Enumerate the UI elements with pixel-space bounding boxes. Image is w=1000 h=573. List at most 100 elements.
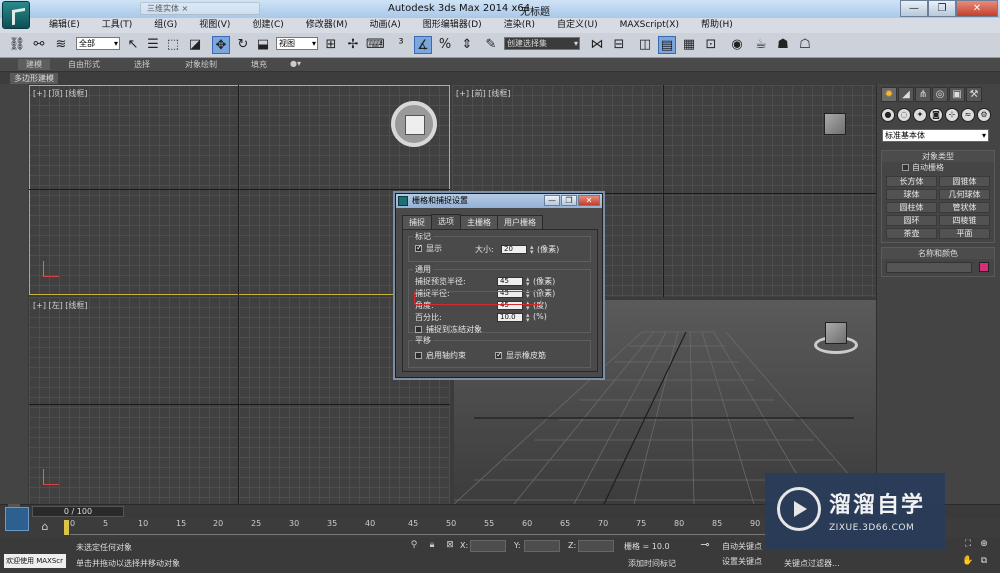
mirror-icon[interactable]: ⋈ <box>588 36 606 54</box>
display-checkbox[interactable]: 显示 <box>415 243 442 254</box>
close-button[interactable]: ✕ <box>956 0 998 17</box>
teapot-button[interactable]: 茶壶 <box>886 228 937 239</box>
set-key-icon[interactable]: ⊸ <box>696 538 714 552</box>
time-slider[interactable]: 0 / 100 <box>32 506 124 517</box>
shapes-icon[interactable]: ◌ <box>897 108 911 122</box>
modify-tab-icon[interactable]: ◢ <box>898 87 914 102</box>
title-quick-tab[interactable]: 三维实体 × <box>140 2 260 15</box>
ribbon-tab-modeling[interactable]: 建模 <box>18 59 50 70</box>
pin-icon[interactable]: ⚲ <box>408 538 420 552</box>
viewport-left-label[interactable]: [+] [左] [线框] <box>33 300 88 311</box>
minimize-button[interactable]: — <box>900 0 928 17</box>
ribbon-options-icon[interactable]: ●▾ <box>290 59 301 68</box>
geosphere-button[interactable]: 几何球体 <box>939 189 990 200</box>
viewcube-icon[interactable] <box>391 101 437 147</box>
polygon-modeling-panel[interactable]: 多边形建模 <box>10 73 58 84</box>
menu-create[interactable]: 创建(C) <box>241 18 294 33</box>
menu-customize[interactable]: 自定义(U) <box>546 18 609 33</box>
ribbon-tab-object-paint[interactable]: 对象绘制 <box>185 59 217 70</box>
helpers-icon[interactable]: ⊹ <box>945 108 959 122</box>
systems-icon[interactable]: ⚙ <box>977 108 991 122</box>
create-tab-icon[interactable]: ✹ <box>881 87 897 102</box>
pan-view-icon[interactable]: ✋ <box>962 555 974 567</box>
menu-help[interactable]: 帮助(H) <box>690 18 744 33</box>
viewport-left[interactable]: [+] [左] [线框] <box>29 297 450 504</box>
y-coordinate-input[interactable] <box>524 540 560 552</box>
auto-key-button[interactable]: 自动关键点 <box>722 541 762 552</box>
menu-view[interactable]: 视图(V) <box>188 18 241 33</box>
pyramid-button[interactable]: 四棱锥 <box>939 215 990 226</box>
keyboard-shortcut-icon[interactable]: ⌨ <box>366 36 385 54</box>
x-coordinate-input[interactable] <box>470 540 506 552</box>
ribbon-tab-selection[interactable]: 选择 <box>134 59 150 70</box>
maxscript-listener[interactable]: 欢迎使用 MAXScr <box>4 554 66 568</box>
autogrid-checkbox[interactable]: 自动栅格 <box>882 162 994 173</box>
object-color-swatch[interactable] <box>978 262 989 272</box>
angle-snap-icon[interactable]: ∡ <box>414 36 432 54</box>
window-crossing-icon[interactable]: ◪ <box>186 36 204 54</box>
schematic-view-icon[interactable]: ⊡ <box>702 36 720 54</box>
torus-button[interactable]: 圆环 <box>886 215 937 226</box>
object-type-title[interactable]: 对象类型 <box>882 151 994 162</box>
reference-coord-dropdown[interactable]: 视图 <box>276 37 318 50</box>
z-coordinate-input[interactable] <box>578 540 614 552</box>
render-production-icon[interactable]: ☖ <box>796 36 814 54</box>
box-button[interactable]: 长方体 <box>886 176 937 187</box>
curve-editor-icon[interactable]: ▦ <box>680 36 698 54</box>
snap-preview-radius-arrows[interactable]: ▴ ▾ <box>526 276 530 288</box>
bind-spacewarp-icon[interactable]: ≋ <box>52 36 70 54</box>
hierarchy-tab-icon[interactable]: ⋔ <box>915 87 931 102</box>
display-tab-icon[interactable]: ▣ <box>949 87 965 102</box>
filter-keys-icon[interactable]: ⌂ <box>36 518 54 536</box>
snap-toggle-icon[interactable]: ³ <box>392 36 410 54</box>
edit-named-selection-icon[interactable]: ✎ <box>482 36 500 54</box>
layer-manager-icon[interactable]: ◫ <box>636 36 654 54</box>
rubber-band-checkbox[interactable]: 显示橡皮筋 <box>495 350 546 361</box>
geometry-icon[interactable]: ● <box>881 108 895 122</box>
cylinder-button[interactable]: 圆柱体 <box>886 202 937 213</box>
viewport-top-label[interactable]: [+] [顶] [线框] <box>33 88 88 99</box>
viewport-top[interactable]: [+] [顶] [线框] <box>29 85 450 295</box>
viewcube-persp-icon[interactable] <box>825 322 847 344</box>
percent-spinner-arrows[interactable]: ▴ ▾ <box>526 312 530 324</box>
zoom-all-icon[interactable]: ⊕ <box>978 538 990 550</box>
rotate-icon[interactable]: ↻ <box>234 36 252 54</box>
zoom-extents-icon[interactable]: ⛶ <box>962 538 974 550</box>
utilities-tab-icon[interactable]: ⚒ <box>966 87 982 102</box>
rendered-frame-icon[interactable]: ☗ <box>774 36 792 54</box>
size-spinner-arrows[interactable]: ▴ ▾ <box>530 244 534 256</box>
menu-rendering[interactable]: 渲染(R) <box>493 18 546 33</box>
ribbon-tab-populate[interactable]: 填充 <box>251 59 267 70</box>
menu-modifiers[interactable]: 修改器(M) <box>295 18 359 33</box>
object-name-input[interactable] <box>886 262 972 273</box>
link-icon[interactable]: ⛓ <box>8 36 26 54</box>
percent-snap-icon[interactable]: % <box>436 36 454 54</box>
tab-home-grid[interactable]: 主栅格 <box>460 215 498 229</box>
select-by-name-icon[interactable]: ☰ <box>144 36 162 54</box>
dialog-maximize-button[interactable]: ❐ <box>561 195 577 206</box>
snap-preview-radius-spinner[interactable]: 45 <box>497 277 523 286</box>
menu-tools[interactable]: 工具(T) <box>91 18 144 33</box>
mini-curve-editor-icon[interactable] <box>5 507 29 531</box>
cameras-icon[interactable]: ◙ <box>929 108 943 122</box>
selection-filter-dropdown[interactable]: 全部 <box>76 37 120 50</box>
tab-options[interactable]: 选项 <box>431 214 461 229</box>
align-icon[interactable]: ⊟ <box>610 36 628 54</box>
lock-icon[interactable]: 🔒︎ <box>426 538 438 552</box>
set-key-button[interactable]: 设置关键点 <box>722 556 762 567</box>
move-icon[interactable]: ✥ <box>212 36 230 54</box>
menu-animation[interactable]: 动画(A) <box>359 18 412 33</box>
primitive-category-dropdown[interactable]: 标准基本体 <box>882 129 989 142</box>
snap-frozen-checkbox[interactable]: 捕捉到冻结对象 <box>415 324 482 335</box>
menu-edit[interactable]: 编辑(E) <box>38 18 91 33</box>
ribbon-tab-freeform[interactable]: 自由形式 <box>68 59 100 70</box>
key-filters-button[interactable]: 关键点过滤器... <box>784 558 840 569</box>
dialog-minimize-button[interactable]: — <box>544 195 560 206</box>
axis-constraint-checkbox[interactable]: 启用轴约束 <box>415 350 466 361</box>
spinner-snap-icon[interactable]: ⇕ <box>458 36 476 54</box>
named-selection-dropdown[interactable]: 创建选择集 <box>504 37 580 50</box>
tab-snaps[interactable]: 捕捉 <box>402 215 432 229</box>
manipulate-icon[interactable]: ✢ <box>344 36 362 54</box>
plane-button[interactable]: 平面 <box>939 228 990 239</box>
viewport-front-label[interactable]: [+] [前] [线框] <box>456 88 511 99</box>
